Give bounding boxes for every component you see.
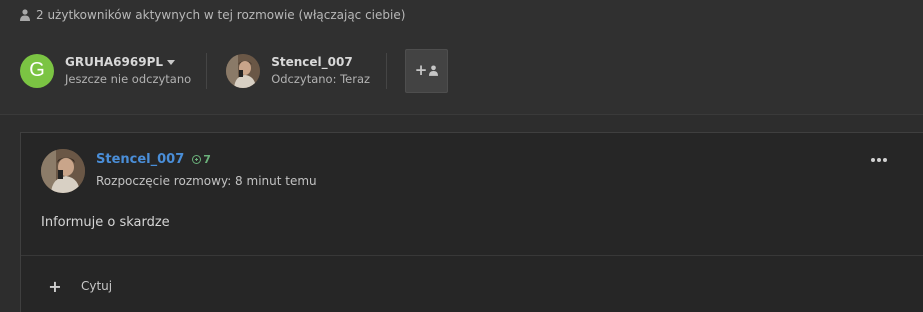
message-post: Stencel_007 7 Rozpoczęcie rozmowy: 8 min… xyxy=(20,132,923,312)
divider xyxy=(386,52,388,89)
participant-gruha: G GRUHA6969PL Jeszcze nie odczytano xyxy=(20,48,191,93)
participant-read-status: Jeszcze nie odczytano xyxy=(65,72,192,86)
reputation-count: 7 xyxy=(203,153,211,166)
participant-name[interactable]: Stencel_007 xyxy=(271,55,370,69)
avatar[interactable]: G xyxy=(20,53,54,88)
post-timestamp: Rozpoczęcie rozmowy: 8 minut temu xyxy=(96,174,317,188)
post-content: Informuje o skardze xyxy=(41,215,170,230)
divider xyxy=(21,255,923,256)
participant-read-status: Odczytano: Teraz xyxy=(271,72,371,86)
conversation-participants-panel: 2 użytkowników aktywnych w tej rozmowie … xyxy=(0,0,923,115)
more-options-icon[interactable] xyxy=(869,155,889,165)
reputation-badge[interactable]: 7 xyxy=(192,153,211,166)
author-link[interactable]: Stencel_007 xyxy=(96,152,184,167)
avatar[interactable] xyxy=(41,149,85,193)
avatar[interactable] xyxy=(226,53,261,88)
user-icon xyxy=(429,65,439,76)
active-users-info: 2 użytkowników aktywnych w tej rozmowie … xyxy=(20,7,405,23)
participant-name-text[interactable]: GRUHA6969PL xyxy=(65,55,163,69)
active-users-text: 2 użytkowników aktywnych w tej rozmowie … xyxy=(36,8,406,22)
user-icon xyxy=(20,9,30,21)
chevron-down-icon[interactable] xyxy=(167,59,176,65)
participant-name[interactable]: GRUHA6969PL xyxy=(65,55,191,69)
plus-circle-icon xyxy=(192,155,202,164)
quote-button[interactable]: Cytuj xyxy=(81,279,112,293)
plus-icon: + xyxy=(414,61,428,79)
participant-list: G GRUHA6969PL Jeszcze nie odczytano Sten… xyxy=(20,48,449,93)
participant-stencel: Stencel_007 Odczytano: Teraz xyxy=(226,48,370,93)
multiquote-button[interactable]: + xyxy=(41,273,69,299)
post-actions: + Cytuj xyxy=(41,273,112,299)
add-participant-button[interactable]: + xyxy=(405,48,449,93)
post-author: Stencel_007 7 xyxy=(96,152,211,167)
divider xyxy=(206,52,208,89)
